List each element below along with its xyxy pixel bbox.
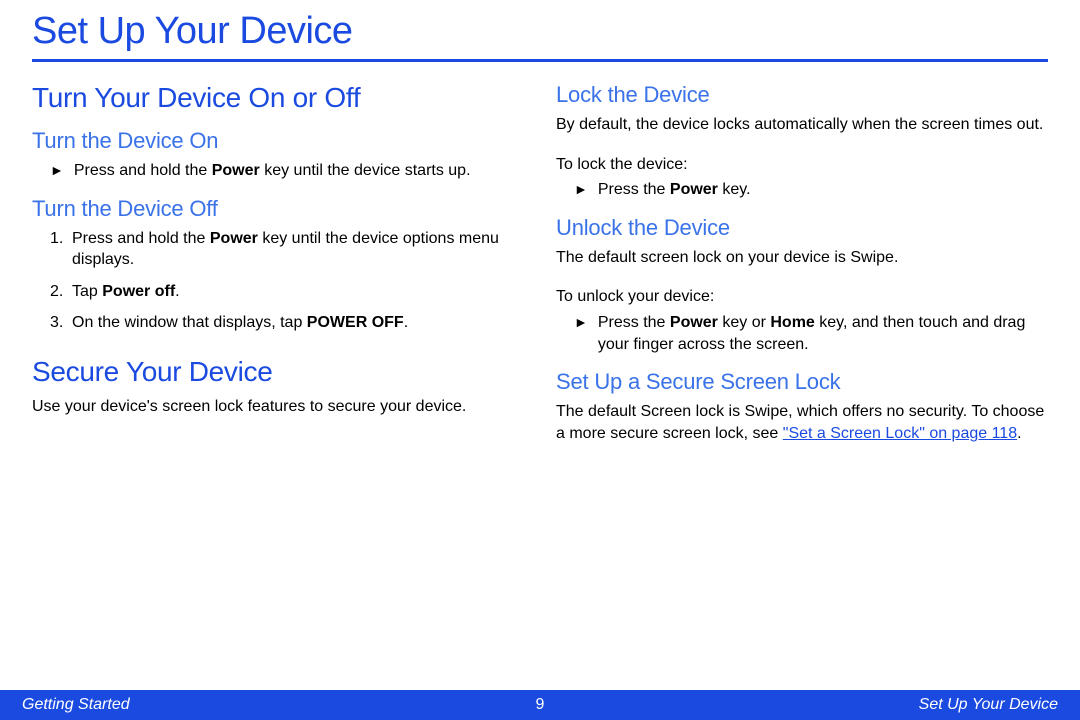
body-unlock-device: The default screen lock on your device i… [556, 247, 1048, 269]
right-column: Lock the Device By default, the device l… [556, 76, 1048, 454]
body-secure-lock: The default Screen lock is Swipe, which … [556, 401, 1048, 444]
xref-set-screen-lock[interactable]: "Set a Screen Lock" on page 118 [783, 425, 1017, 442]
heading-turn-on: Turn the Device On [32, 128, 524, 154]
step-text: Press and hold the Power key until the d… [72, 228, 524, 271]
footer-section-name: Getting Started [22, 696, 536, 714]
page-title: Set Up Your Device [32, 10, 1048, 59]
list-item: 3. On the window that displays, tap POWE… [50, 312, 524, 334]
step-text: Tap Power off. [72, 281, 180, 303]
footer-page-title: Set Up Your Device [544, 696, 1058, 714]
heading-secure-lock: Set Up a Secure Screen Lock [556, 369, 1048, 395]
arrow-icon: ► [574, 313, 588, 356]
arrow-icon: ► [50, 161, 64, 183]
text-pre: Press the [598, 181, 670, 198]
lead-lock-device: To lock the device: [556, 154, 1048, 176]
step-number: 2. [50, 281, 72, 303]
text-pre: Tap [72, 283, 102, 300]
content-columns: Turn Your Device On or Off Turn the Devi… [32, 76, 1048, 454]
heading-turn-on-off: Turn Your Device On or Off [32, 82, 524, 114]
text-pre: Press the [598, 314, 670, 331]
text-pre: Press and hold the [74, 162, 212, 179]
text-post: . [404, 314, 408, 331]
title-rule [32, 59, 1048, 62]
step-number: 3. [50, 312, 72, 334]
heading-unlock-device: Unlock the Device [556, 215, 1048, 241]
heading-secure-device: Secure Your Device [32, 356, 524, 388]
footer-page-number: 9 [536, 696, 545, 714]
text-bold: Power [670, 314, 718, 331]
arrow-step-turn-on: ► Press and hold the Power key until the… [50, 160, 524, 182]
heading-lock-device: Lock the Device [556, 82, 1048, 108]
arrow-step-unlock: ► Press the Power key or Home key, and t… [574, 312, 1048, 355]
step-text: Press the Power key or Home key, and the… [598, 312, 1048, 355]
step-text: On the window that displays, tap POWER O… [72, 312, 408, 334]
text-bold: Power [670, 181, 718, 198]
arrow-step-lock: ► Press the Power key. [574, 179, 1048, 201]
text-post: . [1017, 425, 1021, 442]
left-column: Turn Your Device On or Off Turn the Devi… [32, 76, 524, 454]
arrow-icon: ► [574, 180, 588, 202]
text-bold: POWER OFF [307, 314, 404, 331]
text-post: key until the device starts up. [260, 162, 471, 179]
text-bold: Power [212, 162, 260, 179]
body-lock-device: By default, the device locks automatical… [556, 114, 1048, 136]
step-number: 1. [50, 228, 72, 271]
step-text: Press and hold the Power key until the d… [74, 160, 471, 182]
heading-turn-off: Turn the Device Off [32, 196, 524, 222]
body-secure-device: Use your device's screen lock features t… [32, 396, 524, 418]
list-item: 1. Press and hold the Power key until th… [50, 228, 524, 271]
text-bold: Home [770, 314, 814, 331]
text-post: . [175, 283, 179, 300]
text-pre: Press and hold the [72, 230, 210, 247]
ordered-steps-turn-off: 1. Press and hold the Power key until th… [50, 228, 524, 334]
text-mid: key or [718, 314, 770, 331]
step-text: Press the Power key. [598, 179, 751, 201]
text-pre: On the window that displays, tap [72, 314, 307, 331]
list-item: 2. Tap Power off. [50, 281, 524, 303]
text-post: key. [718, 181, 751, 198]
text-bold: Power off [102, 283, 175, 300]
text-bold: Power [210, 230, 258, 247]
page-footer: Getting Started 9 Set Up Your Device [0, 690, 1080, 720]
lead-unlock-device: To unlock your device: [556, 286, 1048, 308]
